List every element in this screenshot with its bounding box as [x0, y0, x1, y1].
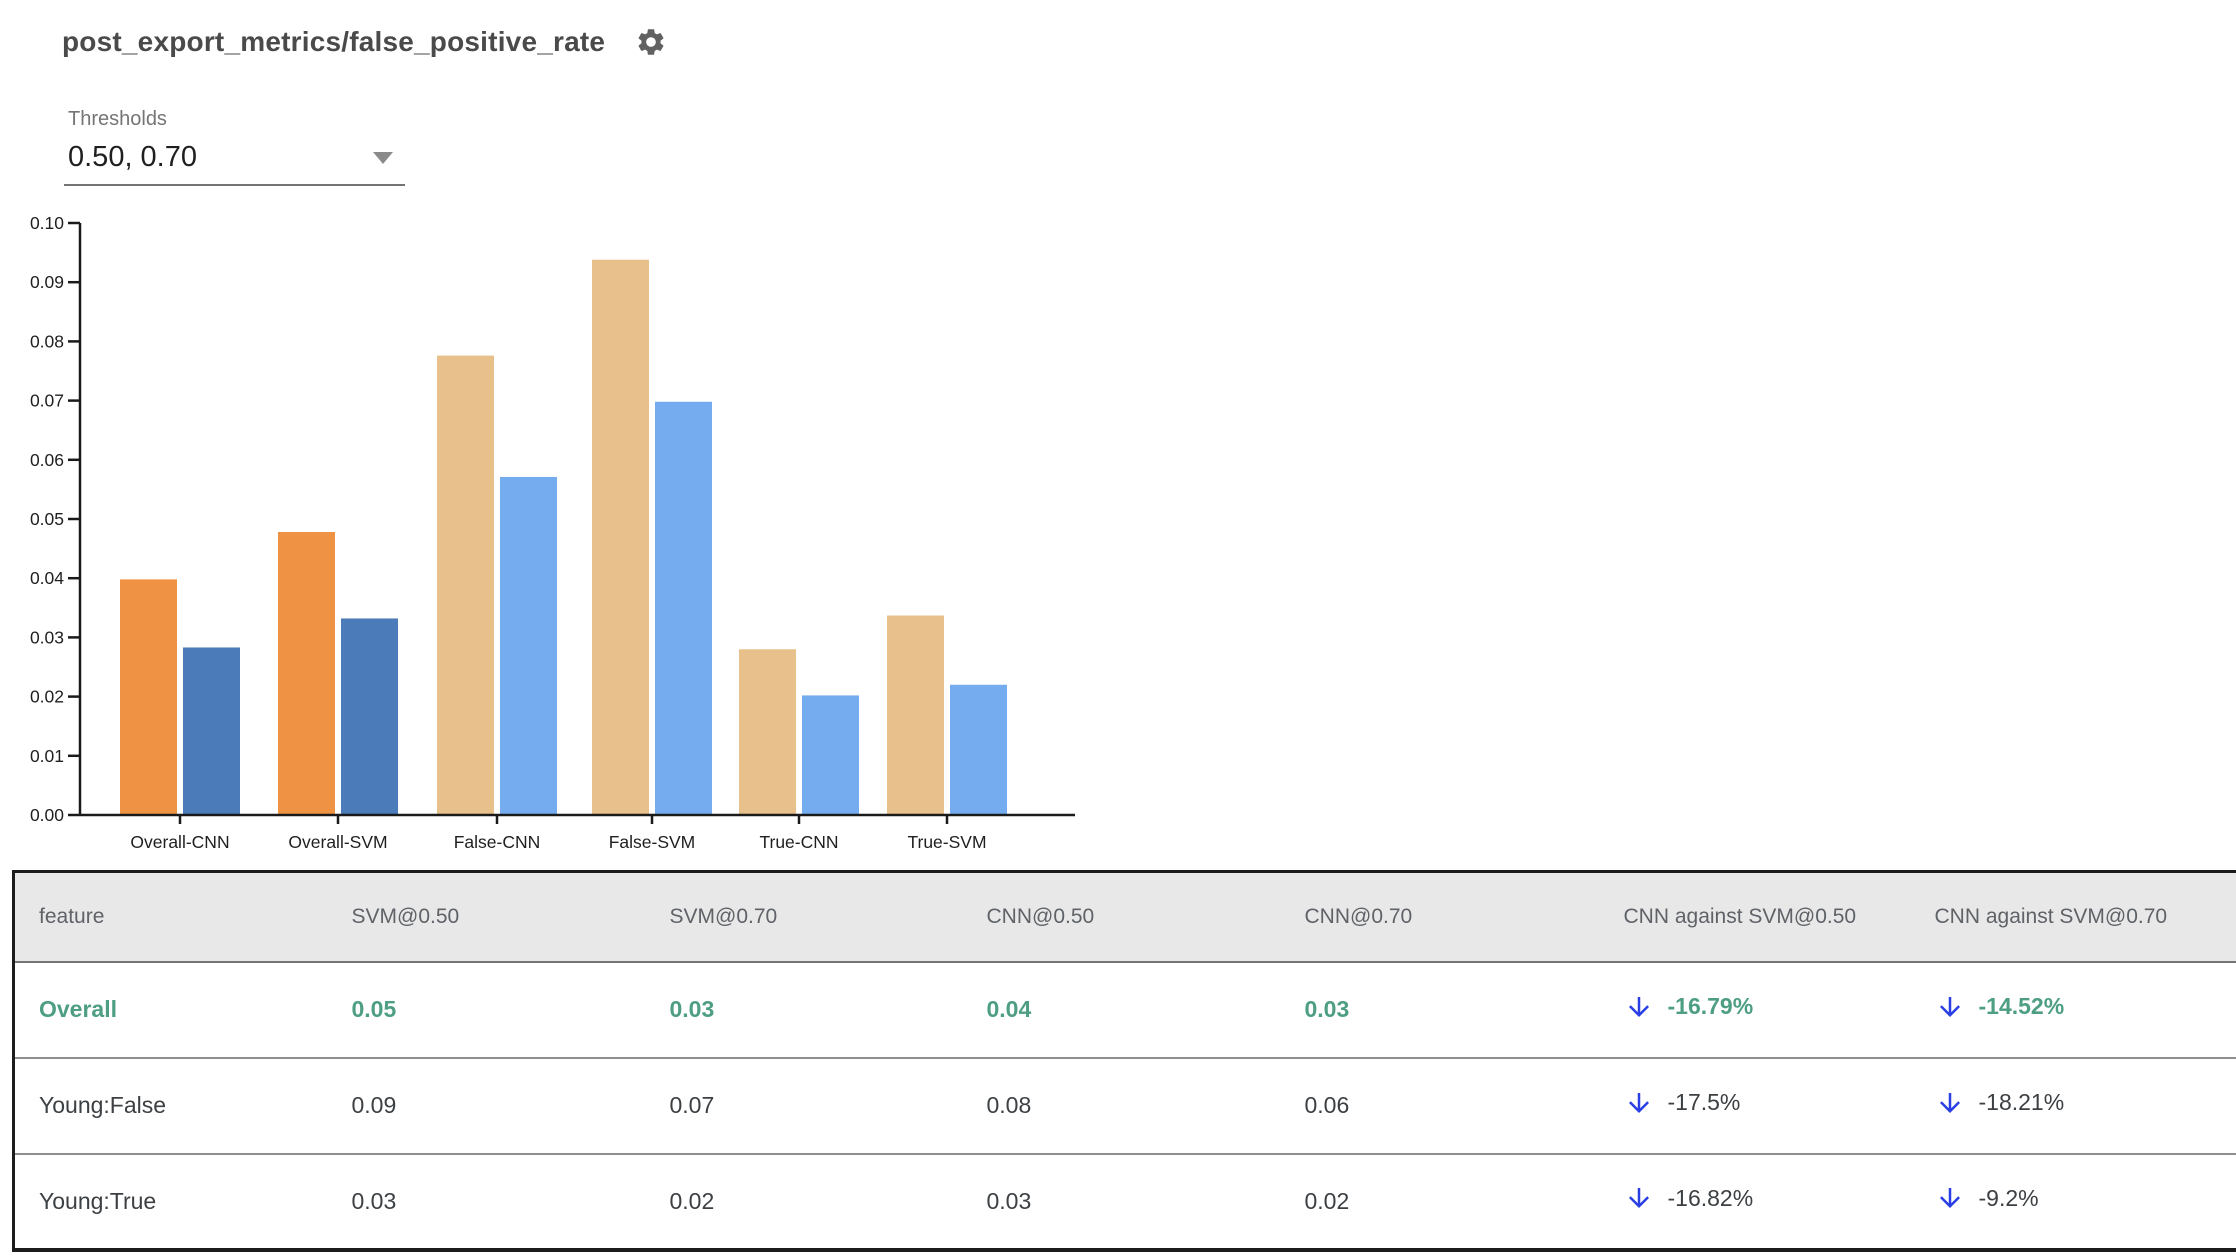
y-axis-tick-label: 0.08 [30, 331, 64, 351]
table-header-row: feature SVM@0.50 SVM@0.70 CNN@0.50 CNN@0… [13, 871, 2236, 963]
x-axis-category-label: True-SVM [907, 832, 986, 852]
diff-cell: -18.21% [1910, 1056, 2236, 1154]
col-header-cnn-vs-svm-070: CNN against SVM@0.70 [1910, 871, 2236, 963]
value-cell: 0.02 [1280, 1152, 1600, 1250]
bar-chart-svg: 0.00 0.01 0.02 0.03 0.04 0.05 0.06 0.07 0.08 0.09… [30, 213, 1075, 852]
bar-False-CNN-threshold-0.50[interactable] [437, 355, 494, 815]
arrow-down-icon [1935, 1087, 1965, 1119]
value-cell: 0.03 [1304, 996, 1350, 1022]
x-axis-category-label: False-SVM [609, 832, 696, 852]
value-cell: 0.07 [645, 1056, 963, 1154]
thresholds-select[interactable]: Thresholds 0.50, 0.70 [64, 108, 405, 186]
diff-cell: -17.5% [1599, 1056, 1911, 1154]
settings-gear-icon[interactable] [635, 26, 667, 58]
arrow-down-icon [1624, 991, 1654, 1023]
table-row-young-true[interactable]: Young:True 0.03 0.02 0.03 0.02 -16.82% -… [13, 1152, 2236, 1250]
bar-Overall-CNN-threshold-0.50[interactable] [120, 579, 177, 815]
value-cell: 0.02 [645, 1152, 963, 1250]
thresholds-value: 0.50, 0.70 [68, 141, 197, 173]
page-title: post_export_metrics/false_positive_rate [62, 26, 606, 57]
y-axis-tick-label: 0.09 [30, 272, 64, 292]
value-cell: 0.04 [986, 996, 1032, 1022]
diff-cell: -16.79% [1600, 962, 1911, 1058]
bar-False-SVM-threshold-0.50[interactable] [592, 259, 649, 816]
bar-True-CNN-threshold-0.70[interactable] [802, 695, 859, 815]
y-axis-tick-label: 0.06 [30, 450, 64, 470]
value-cell: 0.03 [669, 996, 715, 1022]
bar-True-SVM-threshold-0.50[interactable] [887, 615, 944, 815]
y-axis-tick-label: 0.04 [30, 568, 64, 588]
table-row-overall[interactable]: Overall 0.05 0.03 0.04 0.03 -16.79% -14.… [13, 961, 2236, 1058]
arrow-down-icon [1935, 1182, 1965, 1214]
col-header-cnn-070: CNN@0.70 [1280, 871, 1600, 963]
col-header-svm-070: SVM@0.70 [645, 871, 963, 963]
bar-False-SVM-threshold-0.70[interactable] [655, 401, 712, 815]
value-cell: 0.05 [351, 996, 397, 1022]
bar-Overall-CNN-threshold-0.70[interactable] [183, 647, 240, 815]
dropdown-caret-icon [373, 151, 393, 164]
x-axis-category-label: False-CNN [454, 832, 541, 852]
x-axis-category-label: Overall-CNN [130, 832, 229, 852]
y-axis-tick-label: 0.00 [30, 805, 64, 825]
bar-True-SVM-threshold-0.70[interactable] [950, 684, 1007, 815]
x-axis-category-label: Overall-SVM [288, 832, 387, 852]
table-row-young-false[interactable]: Young:False 0.09 0.07 0.08 0.06 -17.5% -… [13, 1056, 2236, 1154]
arrow-down-icon [1624, 1087, 1654, 1119]
y-axis-tick-label: 0.10 [30, 213, 64, 233]
bar-True-CNN-threshold-0.50[interactable] [739, 649, 796, 815]
y-axis-tick-label: 0.03 [30, 627, 64, 647]
value-cell: 0.03 [962, 1152, 1281, 1250]
bar-Overall-SVM-threshold-0.70[interactable] [341, 618, 398, 815]
value-cell: 0.08 [962, 1056, 1281, 1154]
value-cell: 0.09 [327, 1056, 646, 1154]
col-header-cnn-050: CNN@0.50 [962, 871, 1281, 963]
metric-header: post_export_metrics/false_positive_rate [62, 26, 667, 58]
col-header-svm-050: SVM@0.50 [327, 871, 646, 963]
false-positive-rate-bar-chart: 0.00 0.01 0.02 0.03 0.04 0.05 0.06 0.07 0.08 0.09… [0, 200, 1120, 880]
value-cell: 0.06 [1280, 1056, 1600, 1154]
bar-False-CNN-threshold-0.70[interactable] [500, 476, 557, 815]
value-cell: 0.03 [327, 1152, 646, 1250]
y-axis-tick-label: 0.05 [30, 509, 64, 529]
metrics-table: feature SVM@0.50 SVM@0.70 CNN@0.50 CNN@0… [12, 870, 2236, 1252]
feature-cell[interactable]: Overall [14, 962, 328, 1058]
diff-cell: -9.2% [1910, 1152, 2236, 1250]
arrow-down-icon [1624, 1182, 1654, 1214]
bar-Overall-SVM-threshold-0.50[interactable] [278, 532, 335, 815]
y-axis-tick-label: 0.07 [30, 391, 64, 411]
x-axis-category-label: True-CNN [759, 832, 838, 852]
arrow-down-icon [1935, 991, 1965, 1023]
thresholds-label: Thresholds [68, 108, 167, 130]
col-header-cnn-vs-svm-050: CNN against SVM@0.50 [1599, 871, 1911, 963]
diff-cell: -14.52% [1911, 962, 2236, 1058]
feature-cell[interactable]: Young:True [13, 1152, 328, 1250]
col-header-feature: feature [13, 871, 328, 963]
feature-cell[interactable]: Young:False [13, 1056, 328, 1154]
y-axis-tick-label: 0.01 [30, 746, 64, 766]
y-axis-tick-label: 0.02 [30, 687, 64, 707]
diff-cell: -16.82% [1599, 1152, 1911, 1250]
